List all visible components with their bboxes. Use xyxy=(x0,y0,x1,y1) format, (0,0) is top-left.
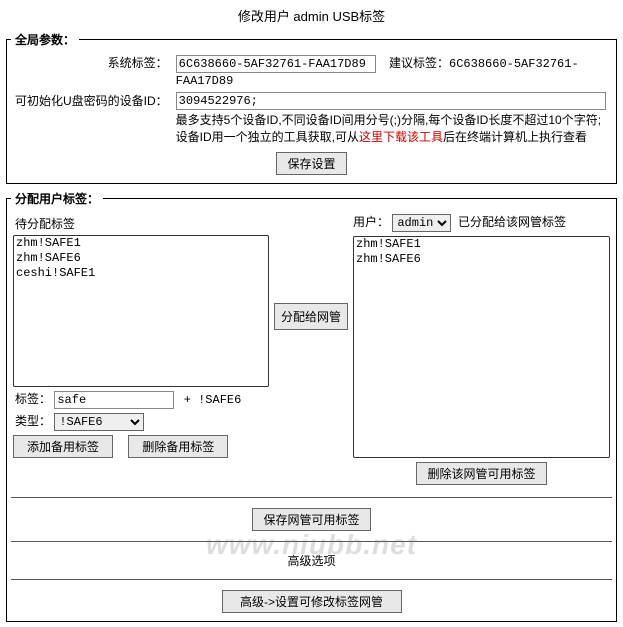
tag-field-label: 标签： xyxy=(13,390,51,407)
separator xyxy=(11,579,612,580)
suggested-tag-label: 建议标签： xyxy=(389,56,449,70)
pending-tags-list[interactable]: zhm!SAFE1zhm!SAFE6ceshi!SAFE1 xyxy=(13,235,269,387)
separator xyxy=(11,497,612,498)
add-spare-tag-button[interactable]: 添加备用标签 xyxy=(13,435,113,458)
global-params-legend: 全局参数： xyxy=(11,31,79,48)
user-select[interactable]: admin xyxy=(392,214,451,232)
page-title: 修改用户 admin USB标签 xyxy=(2,2,621,29)
list-item[interactable]: zhm!SAFE6 xyxy=(354,252,609,267)
list-item[interactable]: ceshi!SAFE1 xyxy=(14,266,268,281)
tag-input[interactable] xyxy=(54,391,174,409)
tag-suffix: + !SAFE6 xyxy=(184,393,242,407)
type-field-label: 类型： xyxy=(13,412,51,429)
assign-tags-fieldset: 分配用户标签： 待分配标签 zhm!SAFE1zhm!SAFE6ceshi!SA… xyxy=(6,190,617,622)
advanced-settings-button[interactable]: 高级->设置可修改标签网管 xyxy=(222,590,402,613)
list-item[interactable]: zhm!SAFE1 xyxy=(14,236,268,251)
device-id-label: 可初始化U盘密码的设备ID： xyxy=(11,90,172,148)
save-settings-button[interactable]: 保存设置 xyxy=(276,152,346,175)
delete-netadmin-tag-button[interactable]: 删除该网管可用标签 xyxy=(416,462,546,485)
assigned-tags-label: 已分配给该网管标签 xyxy=(458,215,566,229)
assign-tags-legend: 分配用户标签： xyxy=(11,190,103,207)
assigned-tags-list[interactable]: zhm!SAFE1zhm!SAFE6 xyxy=(353,236,610,458)
type-select[interactable]: !SAFE6 xyxy=(54,413,144,431)
device-id-input[interactable] xyxy=(176,92,606,110)
list-item[interactable]: zhm!SAFE1 xyxy=(354,237,609,252)
user-label: 用户： xyxy=(353,215,389,229)
list-item[interactable]: zhm!SAFE6 xyxy=(14,251,268,266)
save-netadmin-tags-button[interactable]: 保存网管可用标签 xyxy=(252,508,370,531)
download-tool-link[interactable]: 这里下载该工具 xyxy=(359,130,443,144)
advanced-options-label: 高级选项 xyxy=(11,548,612,573)
global-params-fieldset: 全局参数： 系统标签： 建议标签：6C638660-5AF32761-FAA17… xyxy=(6,31,617,184)
pending-tags-label: 待分配标签 xyxy=(15,215,269,232)
system-tag-label: 系统标签： xyxy=(11,52,172,90)
delete-spare-tag-button[interactable]: 删除备用标签 xyxy=(128,435,228,458)
separator xyxy=(11,541,612,542)
device-id-hint: 最多支持5个设备ID,不同设备ID间用分号(;)分隔,每个设备ID长度不超过10… xyxy=(176,112,608,146)
assign-to-netadmin-button[interactable]: 分配给网管 xyxy=(274,303,348,330)
system-tag-input[interactable] xyxy=(176,55,376,73)
